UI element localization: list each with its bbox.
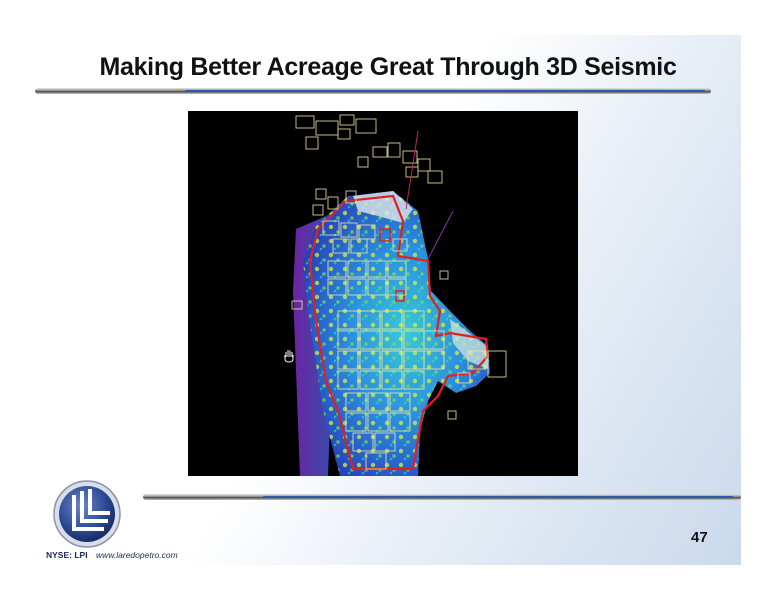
- ticker-symbol: NYSE: LPI: [46, 550, 88, 560]
- laredo-lll-logo: [52, 479, 122, 549]
- website-link[interactable]: www.laredopetro.com: [96, 550, 178, 560]
- slide-title: Making Better Acreage Great Through 3D S…: [99, 53, 677, 81]
- hand-cursor-icon: [284, 350, 294, 363]
- footer-ticker: NYSE: LPI www.laredopetro.com: [46, 550, 178, 560]
- bottom-divider: [143, 494, 741, 500]
- page-number: 47: [691, 529, 708, 546]
- slide: Making Better Acreage Great Through 3D S…: [35, 35, 741, 565]
- top-divider: [35, 88, 711, 94]
- seismic-map-image: [188, 111, 578, 476]
